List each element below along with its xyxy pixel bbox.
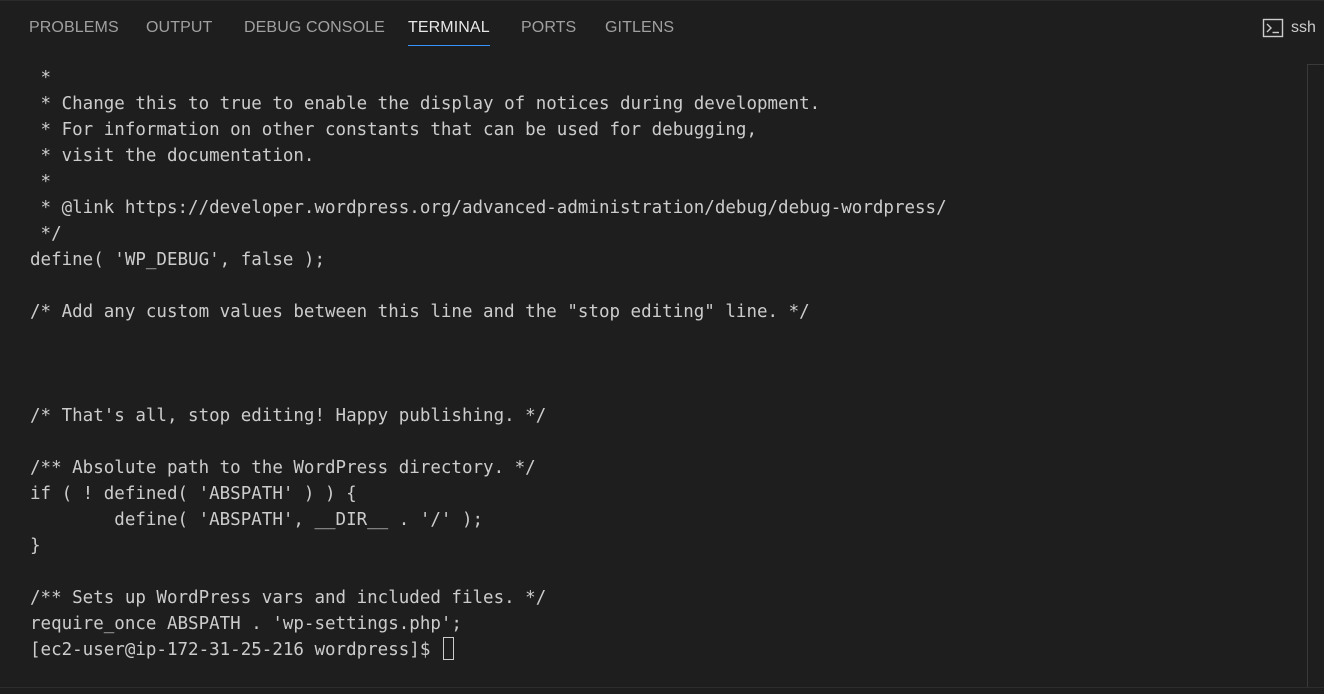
terminal-line: * @link https://developer.wordpress.org/… bbox=[30, 198, 947, 218]
tab-ports[interactable]: PORTS bbox=[521, 18, 576, 46]
terminal-line: */ bbox=[30, 224, 62, 244]
terminal-line: /** Sets up WordPress vars and included … bbox=[30, 588, 547, 608]
terminal-line: /* That's all, stop editing! Happy publi… bbox=[30, 406, 547, 426]
terminal-line: if ( ! defined( 'ABSPATH' ) ) { bbox=[30, 484, 357, 504]
tab-label: PORTS bbox=[521, 19, 577, 36]
tab-debug-console[interactable]: DEBUG CONSOLE bbox=[244, 18, 385, 46]
terminal-cursor bbox=[442, 637, 454, 660]
terminal-line: * bbox=[30, 68, 52, 88]
tab-gitlens[interactable]: GITLENS bbox=[605, 18, 674, 46]
tab-problems[interactable]: PROBLEMS bbox=[29, 18, 119, 46]
terminal-line: * visit the documentation. bbox=[30, 146, 315, 166]
terminal-line: /* Add any custom values between this li… bbox=[30, 302, 810, 322]
terminal-output[interactable]: * * Change this to true to enable the di… bbox=[30, 65, 1300, 675]
terminal-icon bbox=[1262, 18, 1284, 38]
terminal-line: define( 'WP_DEBUG', false ); bbox=[30, 250, 326, 270]
terminal-line: require_once ABSPATH . 'wp-settings.php'… bbox=[30, 614, 462, 634]
tab-label: OUTPUT bbox=[146, 19, 213, 36]
tab-label: DEBUG CONSOLE bbox=[244, 19, 385, 36]
terminal-scrollbar[interactable] bbox=[1307, 64, 1324, 687]
terminal-line: * For information on other constants tha… bbox=[30, 120, 757, 140]
tab-label: TERMINAL bbox=[408, 19, 490, 36]
terminal-prompt-line[interactable]: [ec2-user@ip-172-31-25-216 wordpress]$ bbox=[30, 637, 1300, 663]
terminal-line: * bbox=[30, 172, 52, 192]
terminal-line: * Change this to true to enable the disp… bbox=[30, 94, 821, 114]
tab-label: PROBLEMS bbox=[29, 19, 119, 36]
shell-name: ssh bbox=[1291, 19, 1316, 36]
shell-prompt: [ec2-user@ip-172-31-25-216 wordpress]$ bbox=[30, 640, 441, 660]
tab-label: GITLENS bbox=[605, 19, 675, 36]
terminal-shell-selector[interactable]: ssh bbox=[1262, 16, 1316, 40]
terminal-line: define( 'ABSPATH', __DIR__ . '/' ); bbox=[30, 510, 484, 530]
panel-bottom-edge bbox=[0, 687, 1324, 694]
tab-output[interactable]: OUTPUT bbox=[146, 18, 212, 46]
terminal-line: /** Absolute path to the WordPress direc… bbox=[30, 458, 536, 478]
terminal-line: } bbox=[30, 536, 41, 556]
active-tab-indicator bbox=[408, 45, 490, 46]
terminal-panel: PROBLEMS OUTPUT DEBUG CONSOLE TERMINAL P… bbox=[0, 0, 1324, 694]
tab-terminal[interactable]: TERMINAL bbox=[408, 18, 490, 46]
panel-tab-bar: PROBLEMS OUTPUT DEBUG CONSOLE TERMINAL P… bbox=[0, 1, 1324, 57]
